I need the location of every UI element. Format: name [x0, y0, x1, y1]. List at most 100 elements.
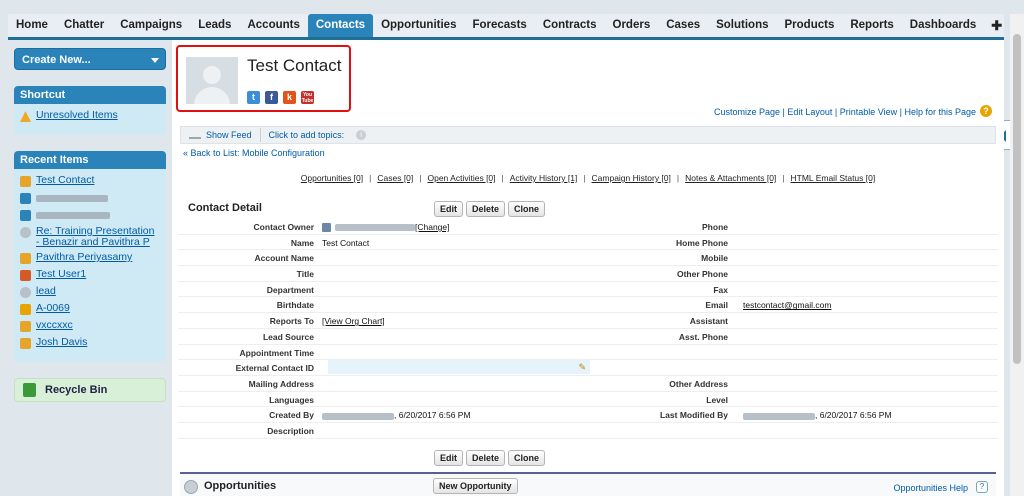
clone-button[interactable]: Clone — [508, 201, 546, 217]
detail-row: Reports To [View Org Chart] Assistant — [178, 313, 998, 329]
tab-contracts[interactable]: Contracts — [535, 14, 605, 37]
box-icon — [20, 304, 31, 315]
vertical-scrollbar[interactable] — [1010, 14, 1024, 496]
delete-button[interactable]: Delete — [466, 201, 506, 217]
contact-detail-fields: Contact Owner [Change] Phone Name Test Conta… — [178, 219, 998, 439]
related-list-link[interactable]: Opportunities [0] — [301, 173, 363, 183]
delete-button[interactable]: Delete — [466, 450, 506, 466]
recent-item-label[interactable]: A-0069 — [36, 303, 70, 314]
tab-cases[interactable]: Cases — [658, 14, 708, 37]
related-list-link[interactable]: Cases [0] — [377, 173, 413, 183]
field-label: Phone — [702, 222, 728, 232]
tab-accounts[interactable]: Accounts — [239, 14, 307, 37]
external-contact-id-field[interactable]: ✎ — [328, 360, 590, 375]
change-owner-link[interactable]: [Change] — [415, 222, 450, 232]
related-list-link[interactable]: Activity History [1] — [510, 173, 578, 183]
help-icon[interactable]: ? — [980, 105, 992, 117]
field-label: Level — [706, 394, 728, 405]
main-content: Test Contact t f k You Tube Customize Pa… — [172, 40, 1004, 496]
recent-item[interactable] — [20, 192, 160, 205]
recent-item[interactable]: vxccxxc — [20, 320, 160, 333]
page-links[interactable]: Customize Page | Edit Layout | Printable… — [714, 107, 976, 117]
info-icon[interactable]: i — [356, 130, 367, 140]
help-icon[interactable]: ? — [976, 481, 988, 493]
related-list-link[interactable]: HTML Email Status [0] — [791, 173, 876, 183]
contact-icon — [20, 338, 31, 349]
redacted-name[interactable] — [36, 212, 110, 219]
opportunities-title: Opportunities — [204, 480, 277, 492]
detail-row: Languages Level — [178, 392, 998, 408]
opportunities-help-link[interactable]: Opportunities Help — [893, 483, 968, 493]
recent-item-label[interactable]: Josh Davis — [36, 337, 87, 348]
tab-orders[interactable]: Orders — [605, 14, 659, 37]
contact-icon — [20, 253, 31, 264]
tab-opportunities[interactable]: Opportunities — [373, 14, 464, 37]
related-list-link[interactable]: Notes & Attachments [0] — [685, 173, 776, 183]
field-label: Other Phone — [676, 269, 728, 280]
tab-leads[interactable]: Leads — [190, 14, 239, 37]
field-label: Mobile — [701, 253, 728, 264]
recent-item[interactable]: Pavithra Periyasamy — [20, 252, 160, 265]
recent-items-list: Test Contact Re: Training Presentation - … — [14, 169, 166, 362]
new-opportunity-button[interactable]: New Opportunity — [433, 478, 518, 494]
twitter-icon[interactable]: t — [247, 91, 260, 104]
recycle-bin-icon — [23, 383, 36, 397]
recent-item-label[interactable]: lead — [36, 286, 56, 297]
recent-item-label[interactable]: Test Contact — [36, 175, 94, 186]
tab-campaigns[interactable]: Campaigns — [112, 14, 190, 37]
recent-item-label[interactable]: Re: Training Presentation - Benazir and … — [36, 226, 160, 248]
shortcut-item-label[interactable]: Unresolved Items — [36, 110, 118, 121]
recent-item[interactable]: Test Contact — [20, 175, 160, 188]
edit-button[interactable]: Edit — [434, 201, 463, 217]
shortcut-item-unresolved[interactable]: Unresolved Items — [20, 110, 160, 123]
contact-detail-title: Contact Detail — [188, 202, 262, 214]
recent-item[interactable]: Josh Davis — [20, 337, 160, 350]
recent-item[interactable]: lead — [20, 286, 160, 299]
tab-products[interactable]: Products — [777, 14, 843, 37]
recent-item[interactable]: Test User1 — [20, 269, 160, 282]
recent-item-label[interactable]: vxccxxc — [36, 320, 73, 331]
email-link[interactable]: testcontact@gmail.com — [743, 300, 831, 310]
redacted-modifier[interactable] — [743, 412, 815, 420]
tab-chatter[interactable]: Chatter — [56, 14, 112, 37]
redacted-creator[interactable] — [322, 412, 394, 420]
recent-items-panel: Recent Items Test Contact Re: Training Pr… — [14, 151, 166, 362]
recent-item-label[interactable]: Test User1 — [36, 269, 86, 280]
user-icon — [322, 223, 331, 233]
redacted-owner[interactable] — [335, 224, 415, 232]
avatar — [186, 57, 238, 104]
tab-contacts[interactable]: Contacts — [307, 14, 374, 37]
all-tabs-plus-icon[interactable]: ✚ — [984, 14, 1009, 37]
recent-item[interactable]: Re: Training Presentation - Benazir and … — [20, 226, 160, 248]
view-org-chart-link[interactable]: [View Org Chart] — [322, 316, 385, 326]
recent-item-label[interactable]: Pavithra Periyasamy — [36, 252, 132, 263]
field-value: , 6/20/2017 6:56 PM — [743, 410, 892, 420]
tab-reports[interactable]: Reports — [842, 14, 901, 37]
recycle-bin-link[interactable]: Recycle Bin — [14, 378, 166, 402]
tab-dashboards[interactable]: Dashboards — [902, 14, 984, 37]
recent-item[interactable] — [20, 209, 160, 222]
recent-item[interactable]: A-0069 — [20, 303, 160, 316]
show-feed-button[interactable]: Show Feed — [181, 128, 261, 142]
create-new-button[interactable]: Create New... — [14, 48, 166, 70]
related-list-link[interactable]: Open Activities [0] — [427, 173, 495, 183]
field-label: Account Name — [254, 253, 314, 264]
field-label: Contact Owner — [253, 222, 314, 232]
clone-button[interactable]: Clone — [508, 450, 546, 466]
pencil-edit-icon[interactable]: ✎ — [578, 362, 586, 373]
field-label: Created By — [269, 410, 314, 421]
klout-icon[interactable]: k — [283, 91, 296, 104]
tab-forecasts[interactable]: Forecasts — [464, 14, 534, 37]
opportunities-section: Opportunities New Opportunity Opportunit… — [180, 472, 996, 496]
edit-button[interactable]: Edit — [434, 450, 463, 466]
scrollbar-thumb[interactable] — [1013, 34, 1021, 364]
related-list-link[interactable]: Campaign History [0] — [592, 173, 671, 183]
detail-row: Account Name Mobile — [178, 250, 998, 267]
youtube-icon[interactable]: You Tube — [301, 91, 314, 104]
facebook-icon[interactable]: f — [265, 91, 278, 104]
redacted-name[interactable] — [36, 195, 108, 202]
add-topics-link[interactable]: Click to add topics: — [261, 130, 345, 140]
back-to-list-link[interactable]: « Back to List: Mobile Configuration — [183, 148, 325, 158]
tab-home[interactable]: Home — [8, 14, 56, 37]
tab-solutions[interactable]: Solutions — [708, 14, 776, 37]
